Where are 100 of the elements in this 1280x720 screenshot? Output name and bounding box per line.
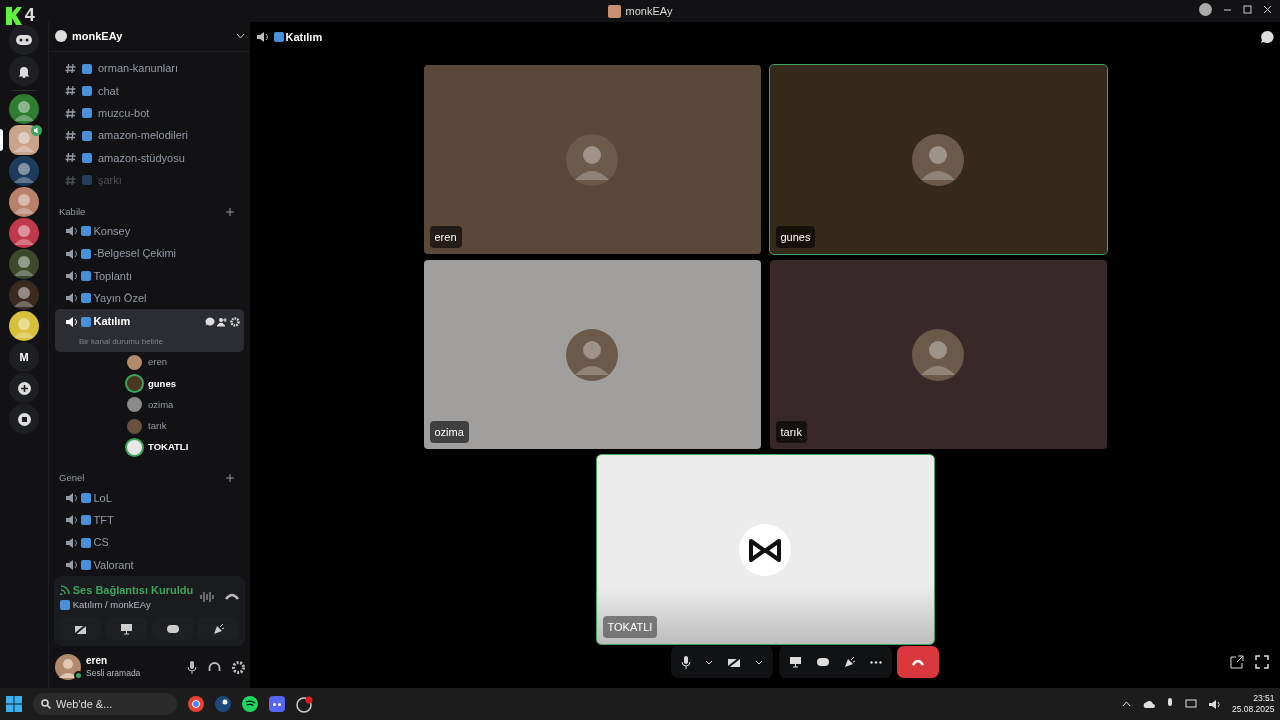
fullscreen-icon[interactable] [1255, 655, 1269, 669]
user-avatar [566, 328, 618, 381]
microphone-icon[interactable] [186, 660, 197, 674]
video-tile[interactable]: eren [423, 65, 761, 254]
text-channel[interactable]: muzcu-bot [55, 102, 244, 125]
voice-channel[interactable]: -Belgesel Çekimi [55, 242, 244, 265]
app-icon[interactable] [9, 25, 39, 56]
video-tile[interactable]: TOKATLI [596, 455, 934, 644]
voice-channel[interactable]: CS [55, 531, 244, 554]
server-icon[interactable] [9, 249, 39, 280]
soundwave-icon[interactable] [200, 591, 214, 604]
voice-channel[interactable]: TFT [55, 509, 244, 532]
invite-icon[interactable] [217, 316, 228, 327]
hangup-icon[interactable] [225, 593, 239, 602]
gamepad-icon [165, 624, 180, 635]
member-avatar[interactable] [127, 439, 142, 455]
camera-off-button[interactable] [60, 618, 101, 641]
server-icon[interactable] [9, 125, 39, 156]
user-avatar[interactable] [54, 654, 81, 680]
emoji-icon [80, 515, 91, 526]
server-icon[interactable]: M [9, 342, 39, 373]
member-avatar[interactable] [127, 355, 142, 371]
member-name[interactable]: tarık [148, 419, 167, 434]
category-header[interactable]: Kabile [59, 204, 86, 219]
more-icon[interactable] [869, 660, 882, 664]
search-field[interactable]: Web'de &... [32, 693, 177, 715]
server-header[interactable]: monkEAy [49, 22, 250, 52]
window-icon [607, 4, 621, 18]
voice-channel[interactable]: Toplantı [55, 264, 244, 288]
app-icon[interactable] [295, 695, 313, 713]
chat-icon[interactable] [204, 316, 215, 327]
settings-icon[interactable] [231, 660, 245, 674]
start-icon[interactable] [5, 696, 22, 712]
voice-location[interactable]: Katılım / monkEAy [72, 598, 151, 613]
member-name[interactable]: eren [148, 355, 167, 370]
member-name[interactable]: ozima [148, 397, 174, 413]
screen-share-icon[interactable] [788, 656, 802, 668]
window-title: monkEAy [625, 3, 673, 19]
clock-time[interactable]: 23:51 [1231, 693, 1275, 704]
member-avatar[interactable] [127, 397, 142, 413]
text-channel[interactable]: amazon-melodileri [55, 124, 244, 147]
game-store-icon[interactable] [214, 696, 231, 712]
gamepad-icon[interactable] [815, 657, 830, 667]
category-header[interactable]: Genel [59, 471, 85, 486]
hash-icon [65, 63, 76, 75]
microphone-icon[interactable] [681, 655, 691, 669]
close-icon[interactable] [1263, 5, 1272, 14]
disconnect-button[interactable] [897, 646, 939, 678]
user-avatar [566, 133, 618, 186]
voice-channel[interactable]: Katılım Bir kanal durumu belirle [55, 309, 244, 352]
compass-icon[interactable] [9, 404, 39, 435]
server-icon[interactable] [9, 280, 39, 311]
text-channel[interactable]: orman-kanunları [55, 57, 244, 80]
music-app-icon[interactable] [241, 696, 258, 712]
video-tile[interactable]: ozima [423, 260, 761, 449]
voice-channel[interactable]: Yayın Özel [55, 287, 244, 310]
chat-icon[interactable] [1259, 30, 1275, 44]
maximize-icon[interactable] [1243, 5, 1252, 14]
browser-icon[interactable] [187, 696, 204, 712]
camera-off-icon[interactable] [727, 656, 741, 668]
server-icon[interactable] [9, 187, 39, 218]
emoji-icon [82, 108, 92, 119]
settings-icon[interactable] [230, 316, 240, 327]
hash-icon [65, 107, 76, 119]
screen-share-button[interactable] [106, 618, 147, 641]
server-icon[interactable] [9, 94, 39, 125]
server-icon[interactable] [9, 218, 39, 249]
popout-icon[interactable] [1230, 655, 1244, 669]
member-name[interactable]: gunes [148, 376, 176, 391]
soundboard-icon[interactable] [843, 656, 856, 668]
search-icon [40, 699, 51, 709]
video-tile[interactable]: tarık [769, 260, 1107, 449]
member-name[interactable]: TOKATLI [148, 440, 189, 455]
chevron-icon[interactable] [705, 659, 713, 665]
soundboard-button[interactable] [198, 618, 239, 641]
speaker-icon [65, 492, 78, 505]
text-channel[interactable]: chat [55, 79, 244, 103]
hash-icon [65, 85, 76, 97]
volume-icon[interactable] [1207, 698, 1221, 710]
speaker-icon [65, 225, 78, 238]
cloud-icon[interactable] [1141, 699, 1155, 709]
clock-date[interactable]: 25.08.2025 [1231, 704, 1275, 715]
video-tile[interactable]: gunes [769, 65, 1107, 254]
server-icon[interactable] [9, 311, 39, 342]
display-icon[interactable] [1184, 698, 1197, 710]
add-server-icon[interactable] [9, 373, 39, 404]
chat-app-icon[interactable] [268, 696, 285, 712]
add-icon[interactable] [226, 207, 234, 216]
voice-channel[interactable]: Valorant [55, 553, 244, 576]
chevron-up-icon[interactable] [1121, 701, 1131, 707]
server-icon[interactable] [9, 156, 39, 187]
add-icon[interactable] [226, 474, 234, 483]
headphones-icon[interactable] [207, 661, 221, 673]
gamepad-button[interactable] [152, 618, 193, 641]
bell-icon[interactable] [9, 56, 39, 87]
chevron-icon[interactable] [755, 659, 763, 665]
voice-channel[interactable]: Konsey [55, 220, 244, 243]
help-icon[interactable] [1199, 3, 1212, 16]
text-channel[interactable]: amazon-stüdyosu [55, 146, 244, 169]
voice-channel[interactable]: LoL [55, 486, 244, 510]
